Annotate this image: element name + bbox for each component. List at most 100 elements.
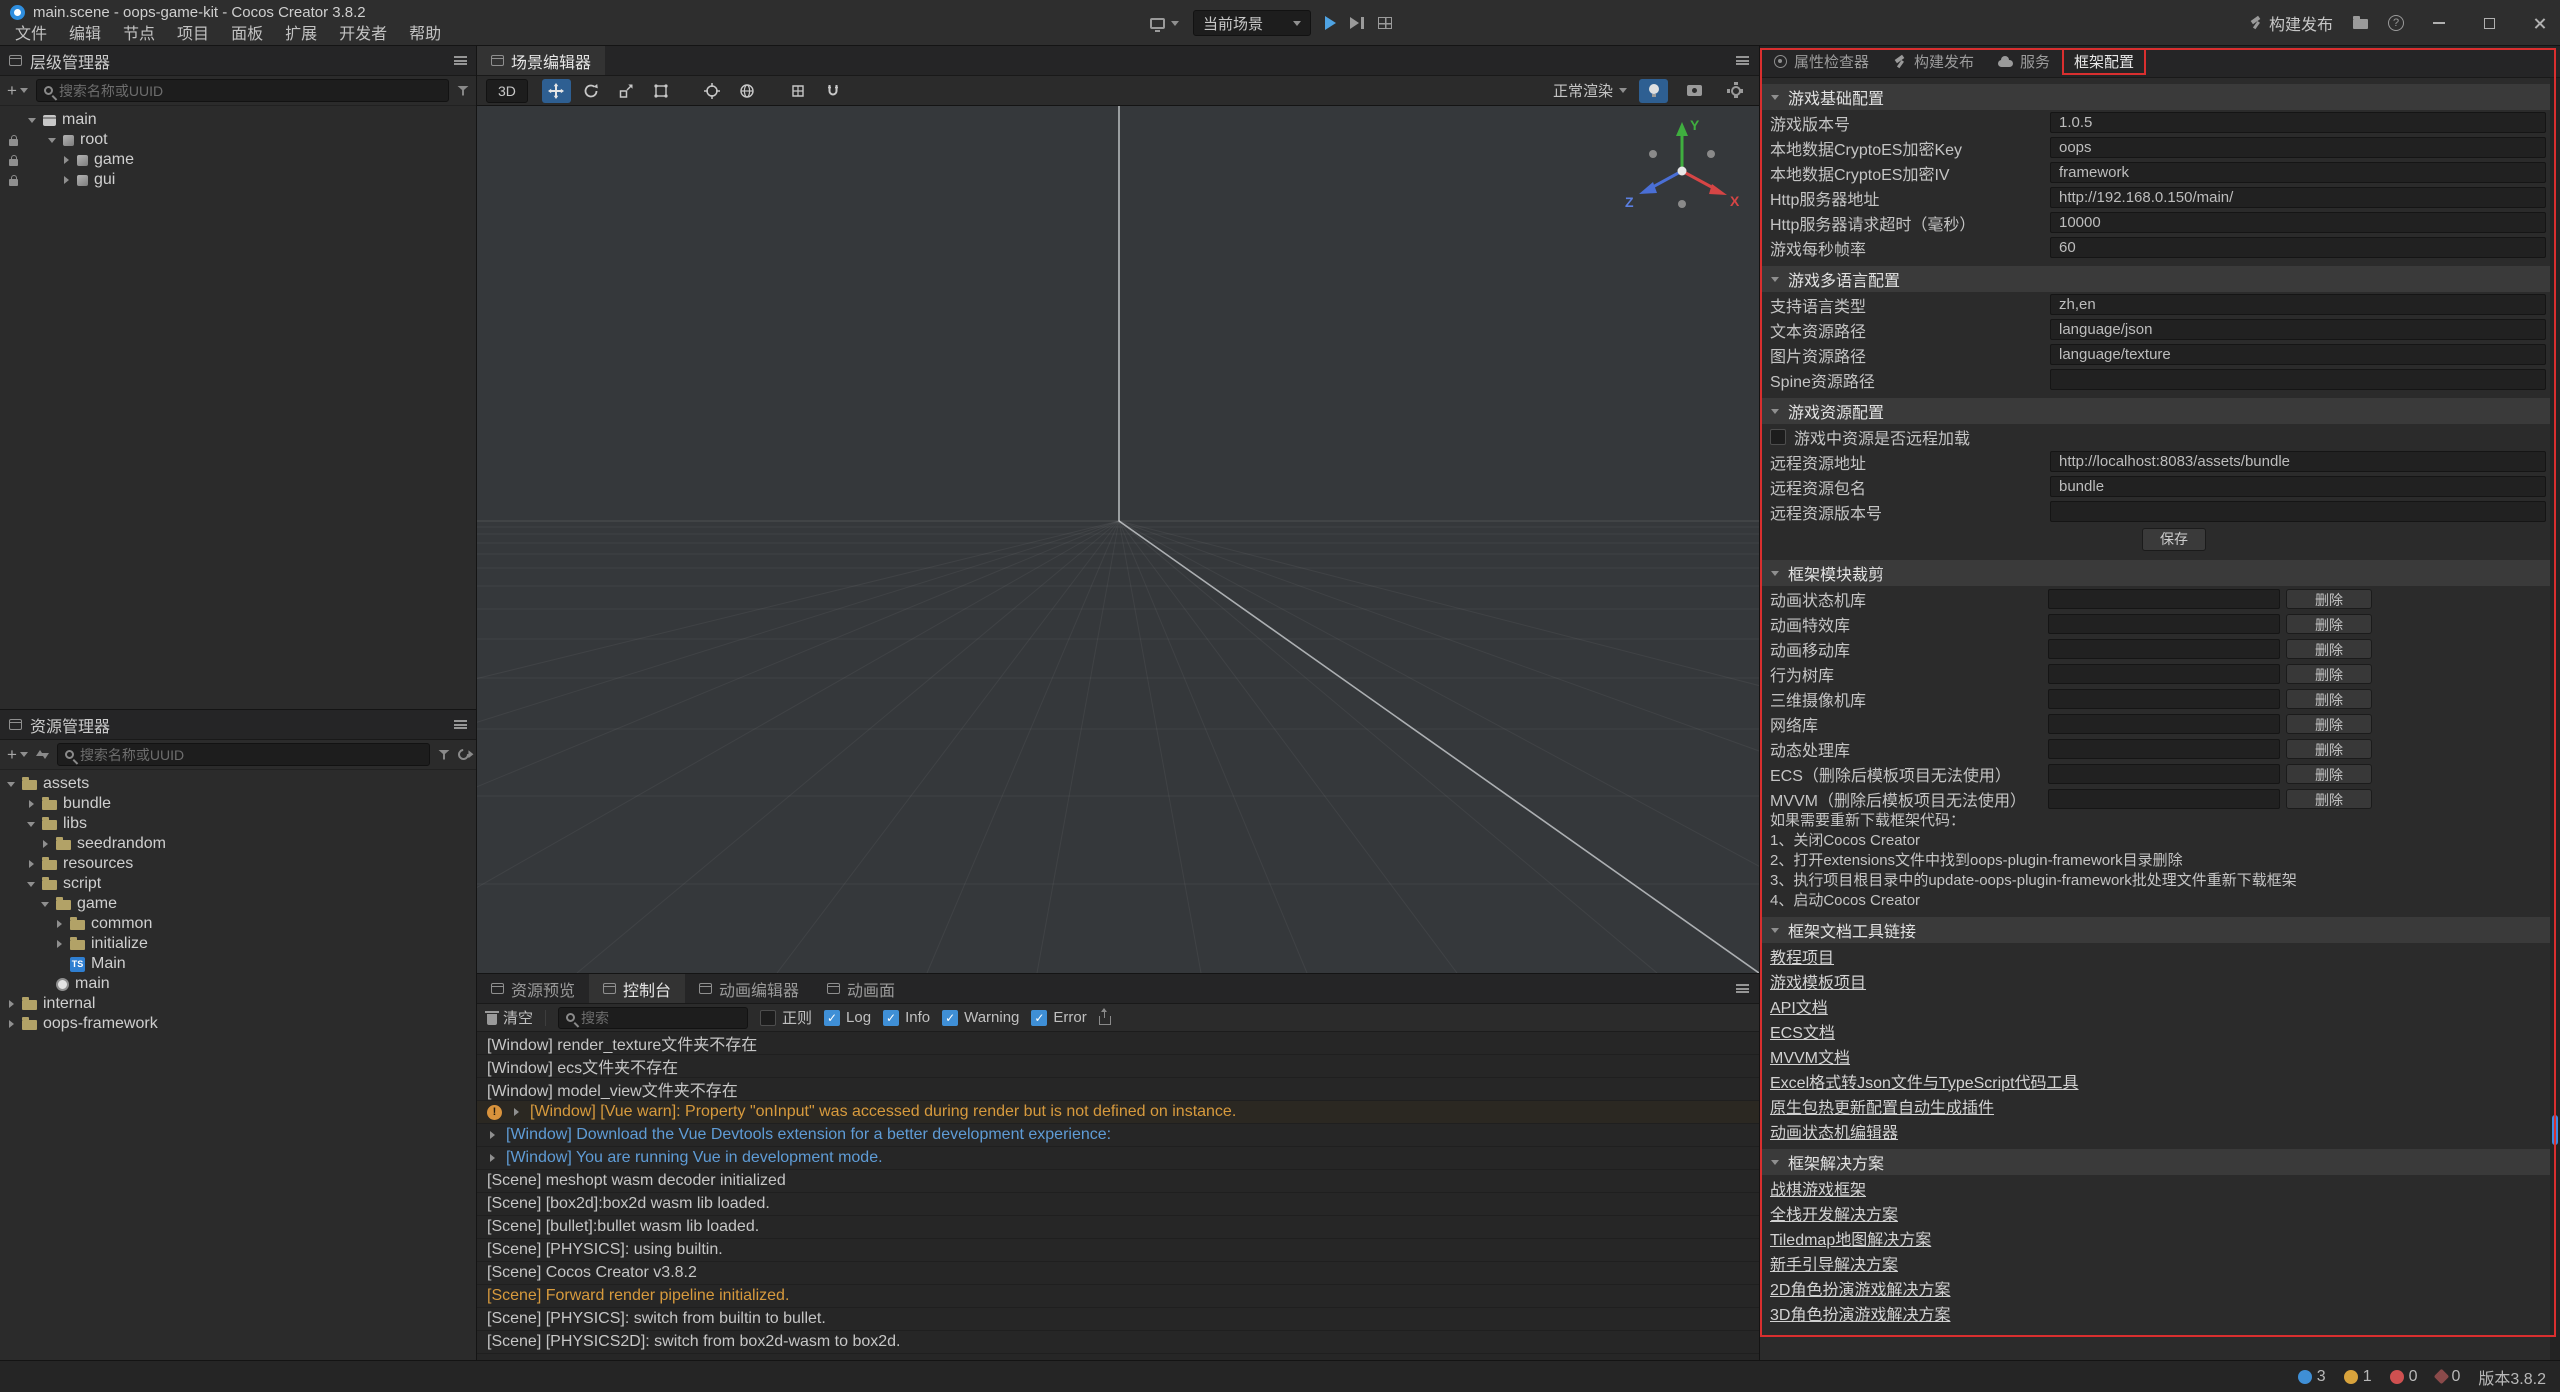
delete-module-button[interactable]: 删除 bbox=[2286, 589, 2372, 609]
asset-node-main-ts[interactable]: TS Main bbox=[0, 954, 476, 974]
tab-build-publish[interactable]: 构建发布 bbox=[1881, 46, 1986, 78]
regex-checkbox[interactable] bbox=[760, 1010, 776, 1026]
log-row[interactable]: [Scene] meshopt wasm decoder initialized bbox=[477, 1170, 1759, 1193]
menu-project[interactable]: 项目 bbox=[166, 24, 220, 46]
panel-menu-icon[interactable] bbox=[1736, 984, 1749, 993]
link-template-project[interactable]: 游戏模板项目 bbox=[1770, 969, 1866, 993]
log-row[interactable]: [Scene] [PHYSICS2D]: switch from box2d-w… bbox=[477, 1331, 1759, 1354]
scale-tool-button[interactable] bbox=[612, 79, 641, 103]
panel-menu-icon[interactable] bbox=[454, 720, 467, 729]
asset-node-libs[interactable]: libs bbox=[0, 814, 476, 834]
link-mvvm-docs[interactable]: MVVM文档 bbox=[1770, 1044, 1850, 1068]
console-search[interactable] bbox=[558, 1007, 748, 1029]
delete-module-button[interactable]: 删除 bbox=[2286, 739, 2372, 759]
asset-node-script[interactable]: script bbox=[0, 874, 476, 894]
tab-animation-panel[interactable]: 动画面 bbox=[813, 974, 909, 1003]
section-docs-links[interactable]: 框架文档工具链接 bbox=[1760, 917, 2560, 943]
sort-assets-button[interactable] bbox=[36, 749, 49, 761]
section-game-basic-config[interactable]: 游戏基础配置 bbox=[1760, 84, 2560, 110]
remote-url-input[interactable] bbox=[2050, 451, 2546, 472]
module-path-input[interactable] bbox=[2048, 639, 2280, 659]
menu-file[interactable]: 文件 bbox=[4, 24, 58, 46]
expand-arrow-icon[interactable] bbox=[26, 822, 36, 827]
scrollbar-thumb[interactable] bbox=[2552, 1115, 2558, 1145]
asset-node-common[interactable]: common bbox=[0, 914, 476, 934]
tab-asset-preview[interactable]: 资源预览 bbox=[477, 974, 589, 1003]
lock-icon[interactable] bbox=[9, 159, 18, 166]
assets-search-input[interactable] bbox=[80, 747, 422, 763]
expand-arrow-icon[interactable] bbox=[54, 920, 64, 928]
expand-arrow-icon[interactable] bbox=[26, 882, 36, 887]
expand-arrow-icon[interactable] bbox=[511, 1108, 521, 1116]
log-row[interactable]: [Scene] Cocos Creator v3.8.2 bbox=[477, 1262, 1759, 1285]
warning-filter[interactable]: Warning bbox=[942, 1009, 1019, 1026]
hierarchy-node-gui[interactable]: gui bbox=[0, 170, 476, 190]
scene-viewport[interactable]: Y X Z bbox=[477, 106, 1759, 973]
help-button[interactable] bbox=[2388, 15, 2404, 31]
link-tutorial-project[interactable]: 教程项目 bbox=[1770, 944, 1834, 968]
crypto-iv-input[interactable] bbox=[2050, 162, 2546, 183]
asset-node-assets[interactable]: assets bbox=[0, 774, 476, 794]
expand-arrow-icon[interactable] bbox=[487, 1131, 497, 1139]
tab-service[interactable]: 服务 bbox=[1986, 46, 2062, 78]
asset-node-bundle[interactable]: bundle bbox=[0, 794, 476, 814]
languages-input[interactable] bbox=[2050, 294, 2546, 315]
link-2drpg-solution[interactable]: 2D角色扮演游戏解决方案 bbox=[1770, 1276, 1950, 1300]
panel-menu-icon[interactable] bbox=[1736, 56, 1749, 65]
section-game-resource-config[interactable]: 游戏资源配置 bbox=[1760, 398, 2560, 424]
expand-arrow-icon[interactable] bbox=[61, 156, 71, 164]
console-search-input[interactable] bbox=[581, 1010, 740, 1026]
panel-menu-icon[interactable] bbox=[454, 56, 467, 65]
link-tactics-framework[interactable]: 战棋游戏框架 bbox=[1770, 1176, 1866, 1200]
section-solutions[interactable]: 框架解决方案 bbox=[1760, 1149, 2560, 1175]
regex-filter[interactable]: 正则 bbox=[760, 1007, 812, 1028]
expand-arrow-icon[interactable] bbox=[40, 902, 50, 907]
menu-extension[interactable]: 扩展 bbox=[274, 24, 328, 46]
hierarchy-search-input[interactable] bbox=[59, 83, 441, 99]
log-row-warning[interactable]: [Scene] Forward render pipeline initiali… bbox=[477, 1285, 1759, 1308]
log-row-warning[interactable]: [Window] [Vue warn]: Property "onInput" … bbox=[477, 1101, 1759, 1124]
log-row-info[interactable]: [Window] You are running Vue in developm… bbox=[477, 1147, 1759, 1170]
scene-select[interactable]: 当前场景 bbox=[1193, 10, 1311, 36]
snap-grid-button[interactable] bbox=[784, 79, 813, 103]
expand-arrow-icon[interactable] bbox=[6, 782, 16, 787]
module-path-input[interactable] bbox=[2048, 789, 2280, 809]
log-row-info[interactable]: [Window] Download the Vue Devtools exten… bbox=[477, 1124, 1759, 1147]
expand-arrow-icon[interactable] bbox=[26, 800, 36, 808]
module-path-input[interactable] bbox=[2048, 714, 2280, 734]
projection-3d-button[interactable]: 3D bbox=[486, 79, 528, 103]
menu-developer[interactable]: 开发者 bbox=[328, 24, 398, 46]
http-timeout-input[interactable] bbox=[2050, 212, 2546, 233]
pivot-toggle-button[interactable] bbox=[698, 79, 727, 103]
info-count[interactable]: 3 bbox=[2298, 1368, 2326, 1386]
menu-node[interactable]: 节点 bbox=[112, 24, 166, 46]
expand-arrow-icon[interactable] bbox=[27, 118, 37, 123]
preview-target-button[interactable] bbox=[1150, 18, 1179, 29]
maximize-button[interactable] bbox=[2474, 8, 2504, 38]
clear-console-button[interactable]: 清空 bbox=[487, 1007, 533, 1028]
asset-node-initialize[interactable]: initialize bbox=[0, 934, 476, 954]
log-filter[interactable]: Log bbox=[824, 1009, 871, 1026]
refresh-assets-button[interactable] bbox=[458, 749, 469, 760]
info-filter[interactable]: Info bbox=[883, 1009, 930, 1026]
lock-icon[interactable] bbox=[9, 179, 18, 186]
remote-bundle-input[interactable] bbox=[2050, 476, 2546, 497]
section-multilanguage-config[interactable]: 游戏多语言配置 bbox=[1760, 266, 2560, 292]
build-publish-button[interactable]: 构建发布 bbox=[2249, 11, 2333, 35]
http-server-input[interactable] bbox=[2050, 187, 2546, 208]
axis-gizmo[interactable]: Y X Z bbox=[1617, 114, 1747, 234]
module-path-input[interactable] bbox=[2048, 739, 2280, 759]
rotate-tool-button[interactable] bbox=[577, 79, 606, 103]
delete-module-button[interactable]: 删除 bbox=[2286, 714, 2372, 734]
snap-settings-button[interactable] bbox=[819, 79, 848, 103]
link-excel-tool[interactable]: Excel格式转Json文件与TypeScript代码工具 bbox=[1770, 1069, 2079, 1093]
scene-camera-button[interactable] bbox=[1680, 79, 1709, 103]
warning-checkbox[interactable] bbox=[942, 1010, 958, 1026]
rect-tool-button[interactable] bbox=[647, 79, 676, 103]
step-button[interactable] bbox=[1350, 17, 1364, 29]
open-project-folder-button[interactable] bbox=[2353, 17, 2368, 29]
section-framework-modules[interactable]: 框架模块裁剪 bbox=[1760, 560, 2560, 586]
log-row[interactable]: [Scene] [PHYSICS]: using builtin. bbox=[477, 1239, 1759, 1262]
fps-input[interactable] bbox=[2050, 237, 2546, 258]
module-path-input[interactable] bbox=[2048, 689, 2280, 709]
